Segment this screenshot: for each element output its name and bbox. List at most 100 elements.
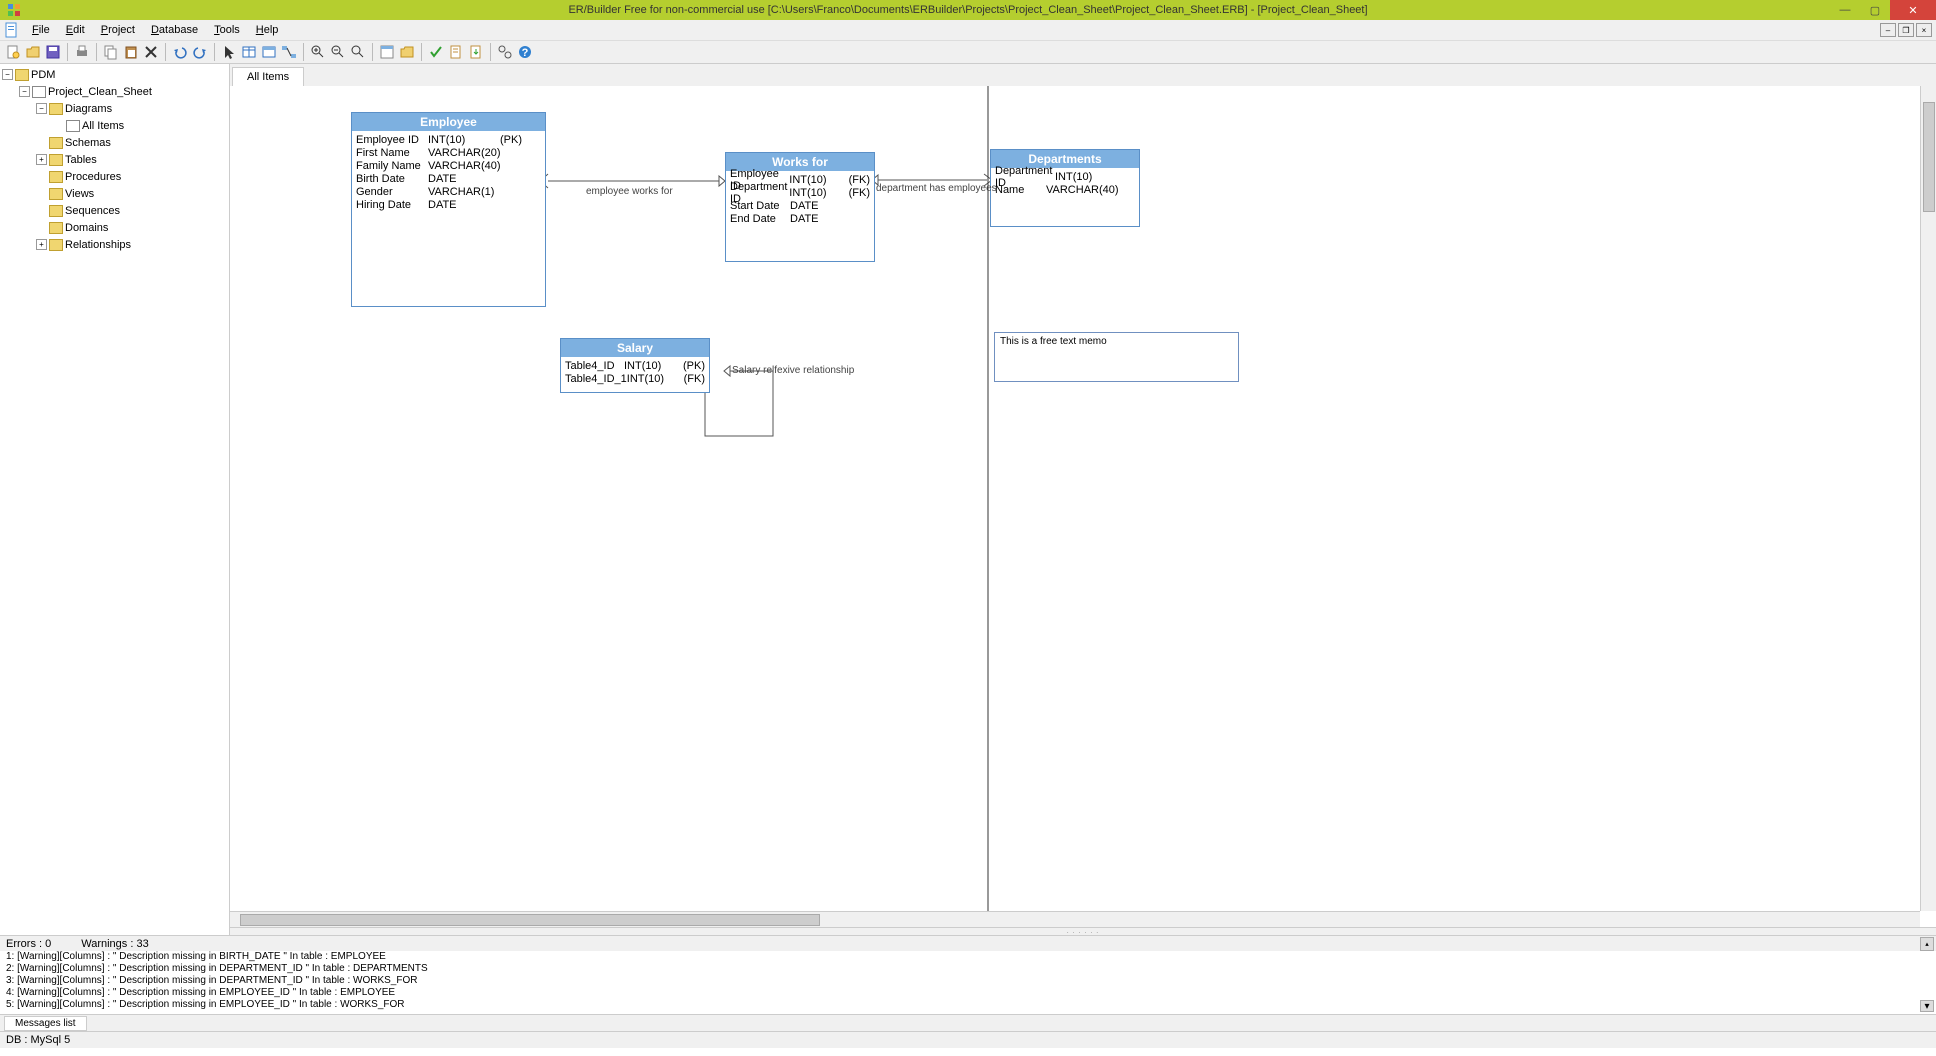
- vertical-scrollbar[interactable]: [1920, 86, 1936, 911]
- entity-body: Table4_IDINT(10)(PK)Table4_ID_1INT(10)(F…: [561, 357, 709, 387]
- memo-box[interactable]: This is a free text memo: [994, 332, 1239, 382]
- entity-column: Start DateDATE: [730, 199, 870, 212]
- canvas-tabs: All Items: [230, 64, 1936, 86]
- svg-text:?: ?: [522, 47, 529, 59]
- tree-domains[interactable]: Domains: [36, 219, 227, 236]
- entity-works-for[interactable]: Works for Employee IDINT(10)(FK)Departme…: [725, 152, 875, 262]
- copy-button[interactable]: [102, 43, 120, 61]
- tree-schemas[interactable]: Schemas: [36, 134, 227, 151]
- relation-button[interactable]: [280, 43, 298, 61]
- scrollbar-thumb[interactable]: [1923, 102, 1935, 212]
- tree-label: Diagrams: [65, 103, 112, 115]
- expand-icon[interactable]: +: [36, 239, 47, 250]
- entity-body: Employee IDINT(10)(FK)Department IDINT(1…: [726, 171, 874, 227]
- menu-project[interactable]: Project: [93, 22, 143, 38]
- redo-button[interactable]: [191, 43, 209, 61]
- tree-label: Views: [65, 188, 94, 200]
- tree-root-pdm[interactable]: − PDM: [2, 66, 227, 83]
- zoom-fit-button[interactable]: [349, 43, 367, 61]
- entity-column: Department IDINT(10): [995, 170, 1135, 183]
- tab-all-items[interactable]: All Items: [232, 67, 304, 86]
- tree-tables[interactable]: + Tables: [36, 151, 227, 168]
- collapse-icon[interactable]: −: [36, 103, 47, 114]
- document-icon: [66, 120, 80, 132]
- menu-tools[interactable]: Tools: [206, 22, 248, 38]
- tree-label: All Items: [82, 120, 124, 132]
- folder-button[interactable]: [398, 43, 416, 61]
- maximize-button[interactable]: ▢: [1860, 0, 1890, 20]
- folder-icon: [49, 103, 63, 115]
- menu-edit[interactable]: Edit: [58, 22, 93, 38]
- entity-column: Family NameVARCHAR(40): [356, 159, 541, 172]
- tree-label: Tables: [65, 154, 97, 166]
- paste-button[interactable]: [122, 43, 140, 61]
- close-button[interactable]: ✕: [1890, 0, 1936, 20]
- settings-button[interactable]: [496, 43, 514, 61]
- entity-salary[interactable]: Salary Table4_IDINT(10)(PK)Table4_ID_1IN…: [560, 338, 710, 393]
- tree-procedures[interactable]: Procedures: [36, 168, 227, 185]
- mdi-minimize-button[interactable]: –: [1880, 23, 1896, 37]
- horizontal-scrollbar[interactable]: [230, 911, 1920, 927]
- scroll-down-button[interactable]: ▾: [1920, 1000, 1934, 1012]
- entity-column: End DateDATE: [730, 212, 870, 225]
- collapse-icon[interactable]: −: [19, 86, 30, 97]
- tree-relationships[interactable]: +Relationships: [36, 236, 227, 253]
- tree-label: Sequences: [65, 205, 120, 217]
- delete-button[interactable]: [142, 43, 160, 61]
- zoom-in-button[interactable]: [309, 43, 327, 61]
- entity-column: First NameVARCHAR(20): [356, 146, 541, 159]
- undo-button[interactable]: [171, 43, 189, 61]
- entity-employee[interactable]: Employee Employee IDINT(10)(PK)First Nam…: [351, 112, 546, 307]
- open-button[interactable]: [24, 43, 42, 61]
- help-button[interactable]: ?: [516, 43, 534, 61]
- mdi-close-button[interactable]: ×: [1916, 23, 1932, 37]
- check-button[interactable]: [427, 43, 445, 61]
- tree-diagrams[interactable]: − Diagrams: [36, 100, 227, 117]
- splitter-handle[interactable]: . . . . . .: [230, 927, 1936, 935]
- scroll-up-button[interactable]: ▴: [1920, 937, 1934, 951]
- folder-icon: [49, 154, 63, 166]
- message-line: 3: [Warning][Columns] : " Description mi…: [6, 975, 1936, 987]
- tree-views[interactable]: Views: [36, 185, 227, 202]
- menu-bar: File Edit Project Database Tools Help – …: [0, 20, 1936, 40]
- warnings-count: Warnings : 33: [81, 938, 148, 950]
- messages-tab[interactable]: Messages list: [4, 1016, 87, 1031]
- entity-button[interactable]: [260, 43, 278, 61]
- folder-icon: [15, 69, 29, 81]
- rel-label-emp-works: employee works for: [586, 186, 673, 197]
- scrollbar-thumb[interactable]: [240, 914, 820, 926]
- entity-column: Table4_IDINT(10)(PK): [565, 359, 705, 372]
- entity-departments[interactable]: Departments Department IDINT(10)NameVARC…: [990, 149, 1140, 227]
- entity-body: Employee IDINT(10)(PK)First NameVARCHAR(…: [352, 131, 545, 213]
- table-button[interactable]: [240, 43, 258, 61]
- entity-column: Department IDINT(10)(FK): [730, 186, 870, 199]
- window-button[interactable]: [378, 43, 396, 61]
- export-button[interactable]: [467, 43, 485, 61]
- save-button[interactable]: [44, 43, 62, 61]
- errors-count: Errors : 0: [6, 938, 51, 950]
- entity-body: Department IDINT(10)NameVARCHAR(40): [991, 168, 1139, 198]
- diagram-canvas[interactable]: Employee Employee IDINT(10)(PK)First Nam…: [230, 86, 1936, 927]
- menu-database[interactable]: Database: [143, 22, 206, 38]
- pointer-button[interactable]: [220, 43, 238, 61]
- tree-sequences[interactable]: Sequences: [36, 202, 227, 219]
- print-button[interactable]: [73, 43, 91, 61]
- menu-help[interactable]: Help: [248, 22, 287, 38]
- script-button[interactable]: [447, 43, 465, 61]
- tree-label: PDM: [31, 69, 55, 81]
- tree-label: Procedures: [65, 171, 121, 183]
- menu-file[interactable]: File: [24, 22, 58, 38]
- entity-column: Hiring DateDATE: [356, 198, 541, 211]
- rel-label-salary-self: Salary relfexive relationship: [732, 365, 854, 376]
- minimize-button[interactable]: —: [1830, 0, 1860, 20]
- zoom-out-button[interactable]: [329, 43, 347, 61]
- mdi-restore-button[interactable]: ❐: [1898, 23, 1914, 37]
- new-button[interactable]: [4, 43, 22, 61]
- tree-project[interactable]: −Project_Clean_Sheet: [19, 83, 227, 100]
- folder-icon: [49, 222, 63, 234]
- tree-all-items[interactable]: All Items: [53, 117, 227, 134]
- entity-header: Employee: [352, 113, 545, 131]
- expand-icon[interactable]: +: [36, 154, 47, 165]
- entity-header: Salary: [561, 339, 709, 357]
- collapse-icon[interactable]: −: [2, 69, 13, 80]
